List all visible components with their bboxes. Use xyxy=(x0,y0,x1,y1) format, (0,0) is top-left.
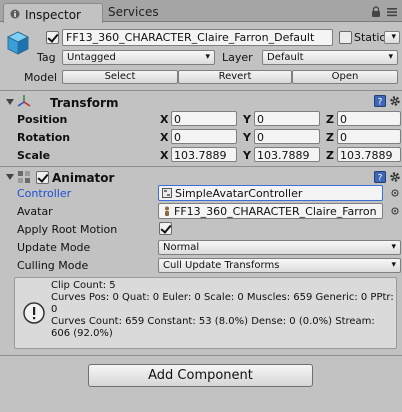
active-checkbox[interactable] xyxy=(46,31,59,44)
model-label: Model xyxy=(24,71,58,84)
axis-x-label: X xyxy=(160,113,169,126)
help-book-icon[interactable]: ? xyxy=(374,171,386,183)
axis-z-label: Z xyxy=(326,149,334,162)
gear-icon[interactable] xyxy=(389,95,401,107)
tag-dropdown[interactable]: Untagged ▾ xyxy=(62,50,215,65)
culling-mode-label: Culling Mode xyxy=(17,259,89,272)
axis-y-label: Y xyxy=(243,149,251,162)
model-revert-button[interactable]: Revert xyxy=(178,70,292,84)
info-icon xyxy=(23,302,45,324)
divider xyxy=(0,166,402,167)
apply-root-motion-checkbox[interactable] xyxy=(159,222,172,235)
avatar-person-icon xyxy=(165,206,169,216)
tab-label: Inspector xyxy=(25,8,81,22)
info-line: Curves Pos: 0 Quat: 0 Euler: 0 Scale: 0 … xyxy=(51,292,394,315)
animator-info-box: Clip Count: 5 Curves Pos: 0 Quat: 0 Eule… xyxy=(14,277,397,349)
axis-y-label: Y xyxy=(243,131,251,144)
chevron-down-icon: ▾ xyxy=(388,52,393,62)
rotation-x-field[interactable]: 0 xyxy=(171,129,237,144)
controller-field[interactable]: SimpleAvatarController xyxy=(158,185,383,201)
avatar-value: FF13_360_CHARACTER_Claire_Farron xyxy=(174,205,377,218)
animator-foldout-icon[interactable] xyxy=(6,174,14,180)
object-picker-icon[interactable] xyxy=(391,207,399,215)
culling-mode-value: Cull Update Transforms xyxy=(163,260,280,271)
svg-text:?: ? xyxy=(378,98,383,108)
animator-icon xyxy=(18,171,30,183)
update-mode-dropdown[interactable]: Normal ▾ xyxy=(158,240,401,255)
rotation-z-field[interactable]: 0 xyxy=(337,129,401,144)
tab-inspector[interactable]: Inspector xyxy=(3,3,103,23)
info-text: Clip Count: 5 Curves Pos: 0 Quat: 0 Eule… xyxy=(51,280,397,340)
help-book-icon[interactable]: ? xyxy=(374,95,386,107)
position-y-field[interactable]: 0 xyxy=(254,111,320,126)
info-icon xyxy=(10,9,20,19)
object-picker-icon[interactable] xyxy=(391,189,399,197)
model-open-button[interactable]: Open xyxy=(292,70,398,84)
scale-y-field[interactable]: 103.7889 xyxy=(254,147,320,162)
axis-z-label: Z xyxy=(326,131,334,144)
chevron-down-icon: ▾ xyxy=(205,52,210,62)
chevron-down-icon: ▾ xyxy=(391,32,396,42)
controller-label: Controller xyxy=(17,187,72,200)
position-label: Position xyxy=(17,113,68,126)
static-dropdown[interactable]: ▾ xyxy=(384,31,400,44)
apply-root-motion-label: Apply Root Motion xyxy=(17,223,118,236)
lock-icon[interactable] xyxy=(371,6,381,18)
info-line: Clip Count: 5 xyxy=(51,280,116,291)
axis-y-label: Y xyxy=(243,113,251,126)
object-name-field[interactable]: FF13_360_CHARACTER_Claire_Farron_Default xyxy=(62,29,333,46)
static-checkbox[interactable] xyxy=(339,31,352,44)
add-component-button[interactable]: Add Component xyxy=(88,364,313,387)
controller-asset-icon xyxy=(162,188,172,198)
position-x-field[interactable]: 0 xyxy=(171,111,237,126)
divider xyxy=(0,90,402,91)
scale-x-field[interactable]: 103.7889 xyxy=(171,147,237,162)
transform-title: Transform xyxy=(50,96,119,110)
scale-label: Scale xyxy=(17,149,51,162)
axis-z-label: Z xyxy=(326,113,334,126)
tag-value: Untagged xyxy=(67,52,116,63)
avatar-label: Avatar xyxy=(17,205,53,218)
static-label: Static xyxy=(354,31,386,44)
layer-value: Default xyxy=(267,52,304,63)
layer-label: Layer xyxy=(222,51,253,64)
animator-title: Animator xyxy=(52,171,115,185)
update-mode-value: Normal xyxy=(163,242,200,253)
gameobject-cube-icon xyxy=(6,31,30,55)
update-mode-label: Update Mode xyxy=(17,241,91,254)
axis-x-label: X xyxy=(160,149,169,162)
chevron-down-icon: ▾ xyxy=(391,260,396,270)
gear-icon[interactable] xyxy=(389,171,401,183)
transform-axes-icon xyxy=(17,95,31,107)
scale-z-field[interactable]: 103.7889 xyxy=(337,147,401,162)
avatar-field[interactable]: FF13_360_CHARACTER_Claire_Farron xyxy=(158,203,383,219)
menu-icon[interactable] xyxy=(386,6,398,18)
culling-mode-dropdown[interactable]: Cull Update Transforms ▾ xyxy=(158,258,401,273)
tag-label: Tag xyxy=(37,51,56,64)
chevron-down-icon: ▾ xyxy=(391,242,396,252)
info-line: Curves Count: 659 Constant: 53 (8.0%) De… xyxy=(51,316,375,339)
layer-dropdown[interactable]: Default ▾ xyxy=(262,50,398,65)
svg-text:?: ? xyxy=(378,174,383,184)
tab-label: Services xyxy=(108,5,159,19)
transform-foldout-icon[interactable] xyxy=(6,99,14,105)
rotation-label: Rotation xyxy=(17,131,71,144)
axis-x-label: X xyxy=(160,131,169,144)
model-select-button[interactable]: Select xyxy=(62,70,178,84)
position-z-field[interactable]: 0 xyxy=(337,111,401,126)
rotation-y-field[interactable]: 0 xyxy=(254,129,320,144)
controller-value: SimpleAvatarController xyxy=(175,187,303,200)
divider xyxy=(0,355,402,356)
animator-enabled-checkbox[interactable] xyxy=(36,171,49,184)
